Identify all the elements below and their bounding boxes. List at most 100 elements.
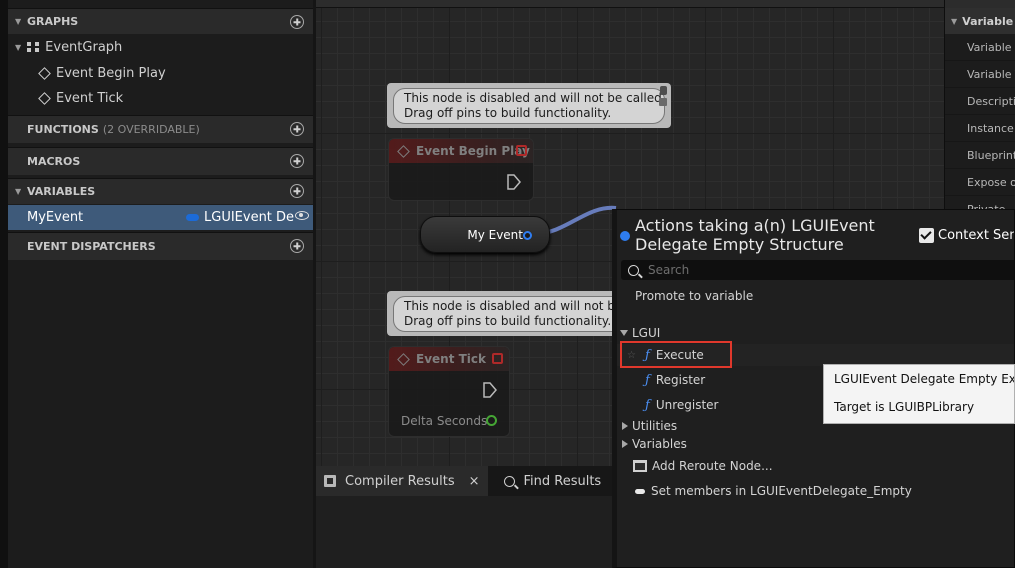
event-diamond-icon <box>38 67 51 80</box>
expand-arrow-icon[interactable] <box>622 440 628 448</box>
variables-section-header[interactable]: ▼ VARIABLES <box>8 178 313 204</box>
exec-output-pin-icon[interactable] <box>507 174 521 190</box>
delegate-output-pin-icon[interactable] <box>492 353 503 364</box>
node-get-my-event[interactable]: My Event <box>420 216 550 253</box>
variable-name: MyEvent <box>27 210 84 225</box>
results-tab-strip: Compiler Results × Find Results <box>316 466 616 496</box>
delegate-pin-icon[interactable] <box>523 231 532 240</box>
node-title: Event Begin Play <box>416 144 530 158</box>
compiler-results-icon <box>324 475 336 487</box>
category-label: LGUI <box>632 326 661 340</box>
category-variables[interactable]: Variables <box>617 433 1014 455</box>
unregister-label: Unregister <box>655 398 719 412</box>
event-begin-play-label: Event Begin Play <box>56 66 166 81</box>
event-tick-label: Event Tick <box>56 91 124 106</box>
variables-header-label: VARIABLES <box>27 185 96 198</box>
category-label: Variables <box>632 437 687 451</box>
event-diamond-icon <box>397 144 410 158</box>
delegate-type-dot-icon <box>620 231 630 241</box>
macros-section-header[interactable]: MACROS <box>8 147 313 175</box>
details-row[interactable]: Blueprint <box>945 142 1015 169</box>
function-icon: ƒ <box>645 372 650 388</box>
panel-edge <box>0 0 8 568</box>
promote-label: Promote to variable <box>635 289 754 303</box>
expand-arrow-icon[interactable] <box>620 330 628 336</box>
node-header: Event Tick <box>389 347 509 371</box>
expand-arrow-icon[interactable] <box>622 422 628 430</box>
add-macro-icon[interactable] <box>290 154 304 168</box>
add-variable-icon[interactable] <box>290 184 304 198</box>
bubble-toggle-icon[interactable] <box>659 98 667 106</box>
add-graph-icon[interactable] <box>290 15 304 29</box>
details-row[interactable]: Variable T <box>945 61 1015 88</box>
pin-comment-icon[interactable] <box>660 86 667 95</box>
tree-item-event-begin-play[interactable]: Event Begin Play <box>8 61 313 86</box>
variable-section-label: Variable <box>962 14 1014 28</box>
collapse-arrow-icon[interactable]: ▼ <box>15 187 25 196</box>
visibility-eye-icon[interactable] <box>295 211 309 220</box>
node-event-begin-play[interactable]: Event Begin Play <box>388 138 534 201</box>
menu-item-promote[interactable]: Promote to variable <box>617 285 1014 307</box>
node-header: Event Begin Play <box>389 139 533 163</box>
highlight-box <box>620 341 732 368</box>
node-event-tick[interactable]: Event Tick Delta Seconds <box>388 346 510 437</box>
action-search-input[interactable] <box>648 263 988 277</box>
comment-text: This node is disabled and will not be ca… <box>393 88 666 124</box>
tree-item-event-tick[interactable]: Event Tick <box>8 86 313 111</box>
details-top-strip <box>945 0 1015 8</box>
variable-type-label: LGUIEvent De <box>204 210 295 225</box>
collapse-arrow-icon[interactable]: ▼ <box>15 17 25 26</box>
comment-line-1: This node is disabled and will not be ca… <box>404 91 666 105</box>
details-row[interactable]: Expose or <box>945 169 1015 196</box>
register-label: Register <box>655 373 706 387</box>
graphs-section-header[interactable]: ▼ GRAPHS <box>8 8 313 34</box>
tree-item-eventgraph[interactable]: ▼ EventGraph <box>8 35 313 60</box>
functions-overridable-count: (2 OVERRIDABLE) <box>102 123 200 136</box>
details-row[interactable]: Instance E <box>945 115 1015 142</box>
eventgraph-label: EventGraph <box>45 40 123 55</box>
variable-section-header[interactable]: ▼ Variable <box>945 8 1015 34</box>
results-panel: Compiler Results × Find Results <box>316 466 616 568</box>
comment-line-2: Drag off pins to build functionality. <box>404 106 612 120</box>
details-row[interactable]: Variable N <box>945 34 1015 61</box>
action-search-box[interactable] <box>621 260 1014 280</box>
delegate-type-pill-icon <box>186 214 199 221</box>
macros-header-label: MACROS <box>27 155 81 168</box>
tab-label: Find Results <box>523 473 602 489</box>
details-row[interactable]: Descriptio <box>945 88 1015 115</box>
search-icon <box>503 475 515 487</box>
tab-label: Compiler Results <box>345 473 455 489</box>
delta-seconds-label: Delta Seconds <box>401 414 488 428</box>
reroute-node-icon <box>633 460 647 472</box>
event-diamond-icon <box>38 92 51 105</box>
close-tab-icon[interactable]: × <box>469 474 480 489</box>
struct-pill-icon <box>635 488 645 494</box>
context-sensitive-toggle[interactable]: Context Sensi <box>919 228 1014 243</box>
tab-find-results[interactable]: Find Results <box>496 466 610 496</box>
comment-bubble-begin-play[interactable]: This node is disabled and will not be ca… <box>387 83 671 128</box>
add-event-dispatcher-icon[interactable] <box>290 239 304 253</box>
graphs-header-label: GRAPHS <box>27 15 79 28</box>
functions-section-header[interactable]: FUNCTIONS (2 OVERRIDABLE) <box>8 115 313 143</box>
set-members-label: Set members in LGUIEventDelegate_Empty <box>651 484 912 498</box>
tooltip-line-1: LGUIEvent Delegate Empty Execut <box>834 372 1015 386</box>
expand-arrow-icon[interactable]: ▼ <box>15 43 21 52</box>
float-output-pin-icon[interactable] <box>486 415 497 426</box>
exec-output-pin-icon[interactable] <box>483 382 497 398</box>
tab-compiler-results[interactable]: Compiler Results × <box>316 466 488 496</box>
variable-type[interactable]: LGUIEvent De <box>186 210 294 225</box>
delegate-output-pin-icon[interactable] <box>516 145 527 156</box>
action-menu-title: Actions taking a(n) LGUIEvent Delegate E… <box>635 216 875 254</box>
event-dispatchers-section-header[interactable]: EVENT DISPATCHERS <box>8 232 313 260</box>
collapse-arrow-icon[interactable]: ▼ <box>951 17 957 26</box>
category-label: Utilities <box>632 419 678 433</box>
execute-tooltip: LGUIEvent Delegate Empty Execut Target i… <box>823 364 1015 424</box>
menu-item-set-members[interactable]: Set members in LGUIEventDelegate_Empty <box>617 480 1014 502</box>
tooltip-line-2: Target is LGUIBPLibrary <box>834 400 975 414</box>
checkbox-checked-icon[interactable] <box>919 228 934 243</box>
menu-item-add-reroute[interactable]: Add Reroute Node... <box>617 455 1014 477</box>
context-sensitive-label: Context Sensi <box>938 228 1014 243</box>
add-function-icon[interactable] <box>290 122 304 136</box>
function-icon: ƒ <box>645 397 650 413</box>
variable-row-myevent[interactable]: MyEvent LGUIEvent De <box>8 205 313 230</box>
